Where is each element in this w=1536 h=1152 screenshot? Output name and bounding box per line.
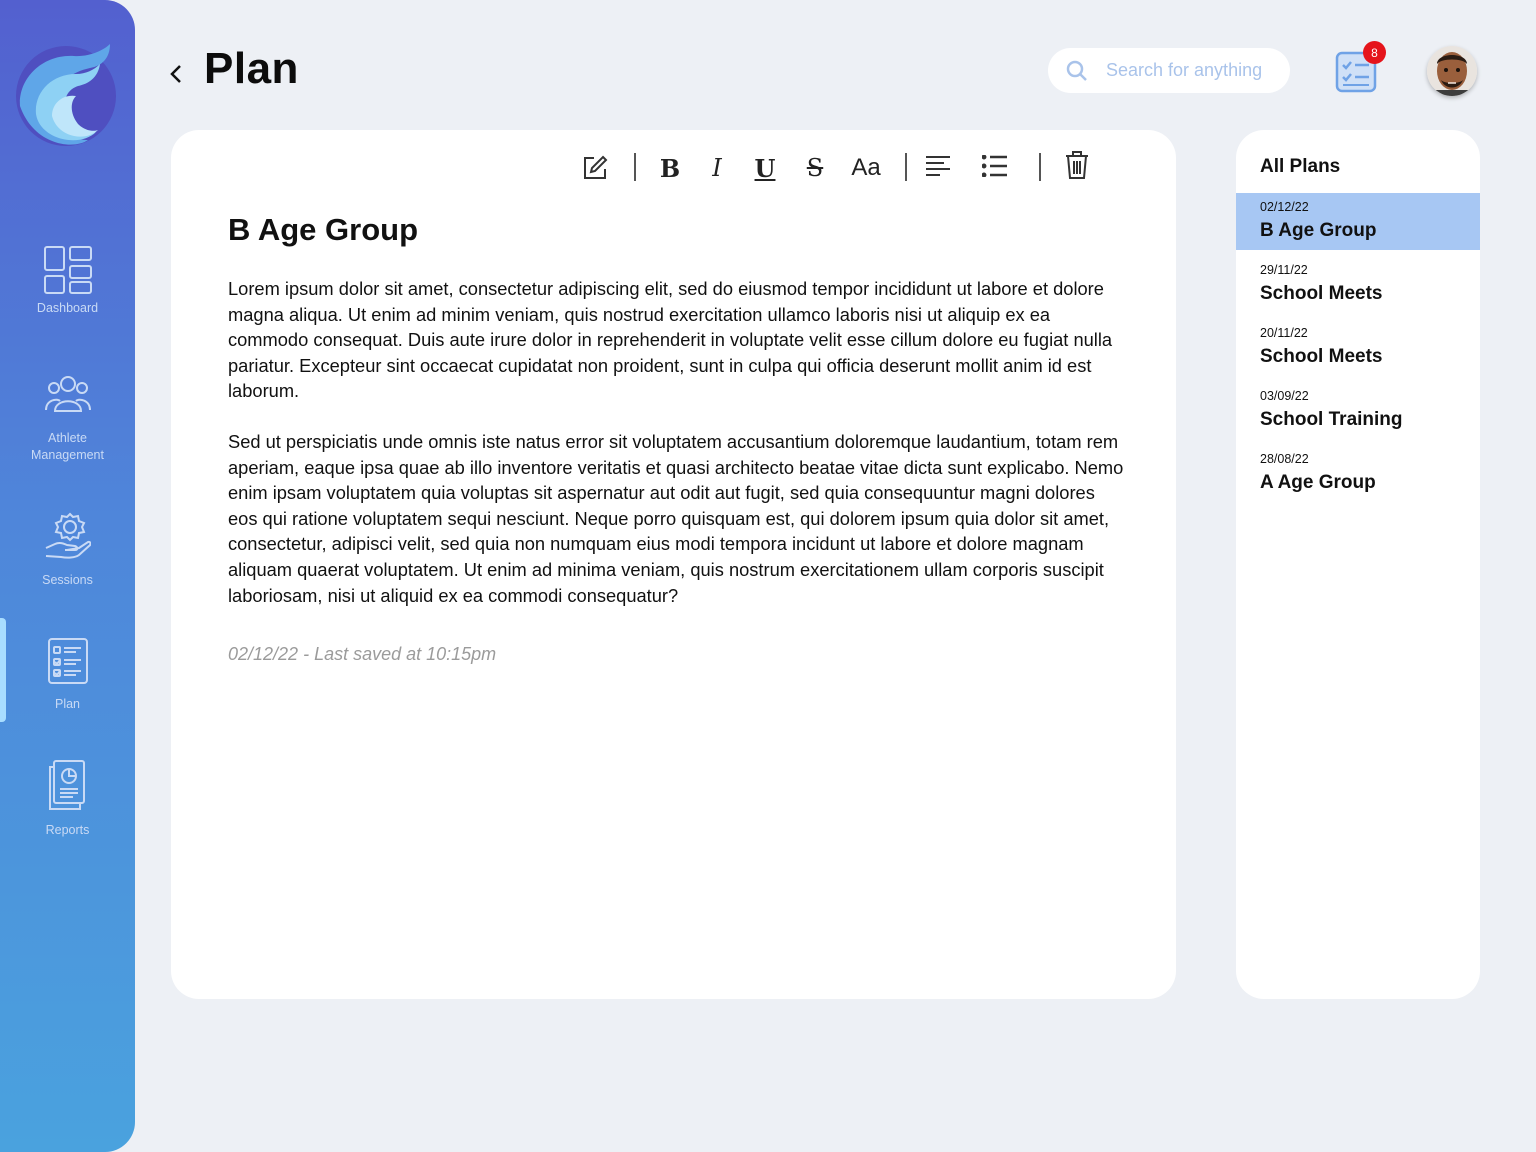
nav-plan[interactable]: Plan	[0, 638, 135, 713]
plan-date: 03/09/22	[1260, 389, 1309, 403]
plan-list-item[interactable]: 20/11/22 School Meets	[1236, 319, 1480, 376]
page-title: Plan	[204, 44, 299, 93]
plan-list-item[interactable]: 03/09/22 School Training	[1236, 382, 1480, 439]
plan-list-item[interactable]: 28/08/22 A Age Group	[1236, 445, 1480, 502]
align-left-icon	[926, 156, 950, 176]
plan-name: School Training	[1260, 409, 1403, 430]
bold-button[interactable]: B	[656, 152, 684, 184]
plan-name: A Age Group	[1260, 472, 1376, 493]
strikethrough-button[interactable]: S	[801, 152, 829, 184]
plans-panel: All Plans 02/12/22 B Age Group 29/11/22 …	[1236, 130, 1480, 999]
report-document-icon	[48, 760, 85, 810]
nav-sessions[interactable]: Sessions	[0, 512, 135, 589]
nav-label: Reports	[45, 823, 90, 837]
plan-date: 02/12/22	[1260, 200, 1309, 214]
plan-date: 20/11/22	[1260, 326, 1308, 340]
gear-hand-icon	[45, 512, 91, 559]
delete-button[interactable]	[1064, 150, 1090, 180]
plan-name: School Meets	[1260, 346, 1383, 367]
toolbar-divider	[634, 153, 636, 181]
toolbar-divider	[1039, 153, 1041, 181]
plan-list-item[interactable]: 29/11/22 School Meets	[1236, 256, 1480, 313]
search-icon	[1066, 60, 1087, 81]
plan-editor: B I U S Aa B Age Group Lorem ipsum dolor…	[171, 130, 1176, 999]
plan-date: 29/11/22	[1260, 263, 1308, 277]
trash-icon	[1066, 151, 1088, 179]
document-title[interactable]: B Age Group	[228, 212, 418, 248]
nav-label: Dashboard	[36, 301, 99, 315]
edit-button[interactable]	[581, 154, 609, 182]
checklist-icon	[47, 638, 88, 684]
nav-label: Athlete Management	[31, 431, 104, 462]
search-input[interactable]	[1106, 56, 1282, 85]
plan-date: 28/08/22	[1260, 452, 1309, 466]
bullet-list-icon	[982, 155, 1007, 177]
dashboard-grid-icon	[43, 246, 92, 294]
notification-badge: 8	[1363, 41, 1386, 64]
sidebar: Dashboard Athlete Management Sessions Pl…	[0, 0, 135, 1152]
plan-name: School Meets	[1260, 283, 1383, 304]
align-left-button[interactable]	[924, 152, 952, 180]
user-avatar[interactable]	[1427, 46, 1477, 96]
bullet-list-button[interactable]	[981, 152, 1009, 180]
user-photo-icon	[1427, 46, 1477, 96]
font-size-button[interactable]: Aa	[849, 152, 883, 184]
document-paragraph[interactable]: Sed ut perspiciatis unde omnis iste natu…	[228, 429, 1128, 608]
nav-reports[interactable]: Reports	[0, 760, 135, 839]
wave-logo-icon	[16, 44, 116, 146]
search-bar[interactable]	[1048, 48, 1290, 93]
pencil-edit-icon	[584, 155, 608, 179]
plans-heading: All Plans	[1260, 156, 1341, 177]
plan-name: B Age Group	[1260, 220, 1377, 241]
nav-label: Plan	[54, 697, 81, 711]
nav-athlete-management[interactable]: Athlete Management	[0, 376, 135, 464]
back-chevron-icon[interactable]	[165, 60, 189, 88]
document-paragraph[interactable]: Lorem ipsum dolor sit amet, consectetur …	[228, 276, 1128, 404]
saved-status: 02/12/22 - Last saved at 10:15pm	[228, 644, 497, 664]
plan-list-item[interactable]: 02/12/22 B Age Group	[1236, 193, 1480, 250]
underline-button[interactable]: U	[751, 152, 779, 184]
people-group-icon	[44, 376, 91, 412]
nav-dashboard[interactable]: Dashboard	[0, 246, 135, 317]
toolbar-divider	[905, 153, 907, 181]
nav-label: Sessions	[42, 573, 93, 587]
italic-button[interactable]: I	[703, 152, 731, 184]
